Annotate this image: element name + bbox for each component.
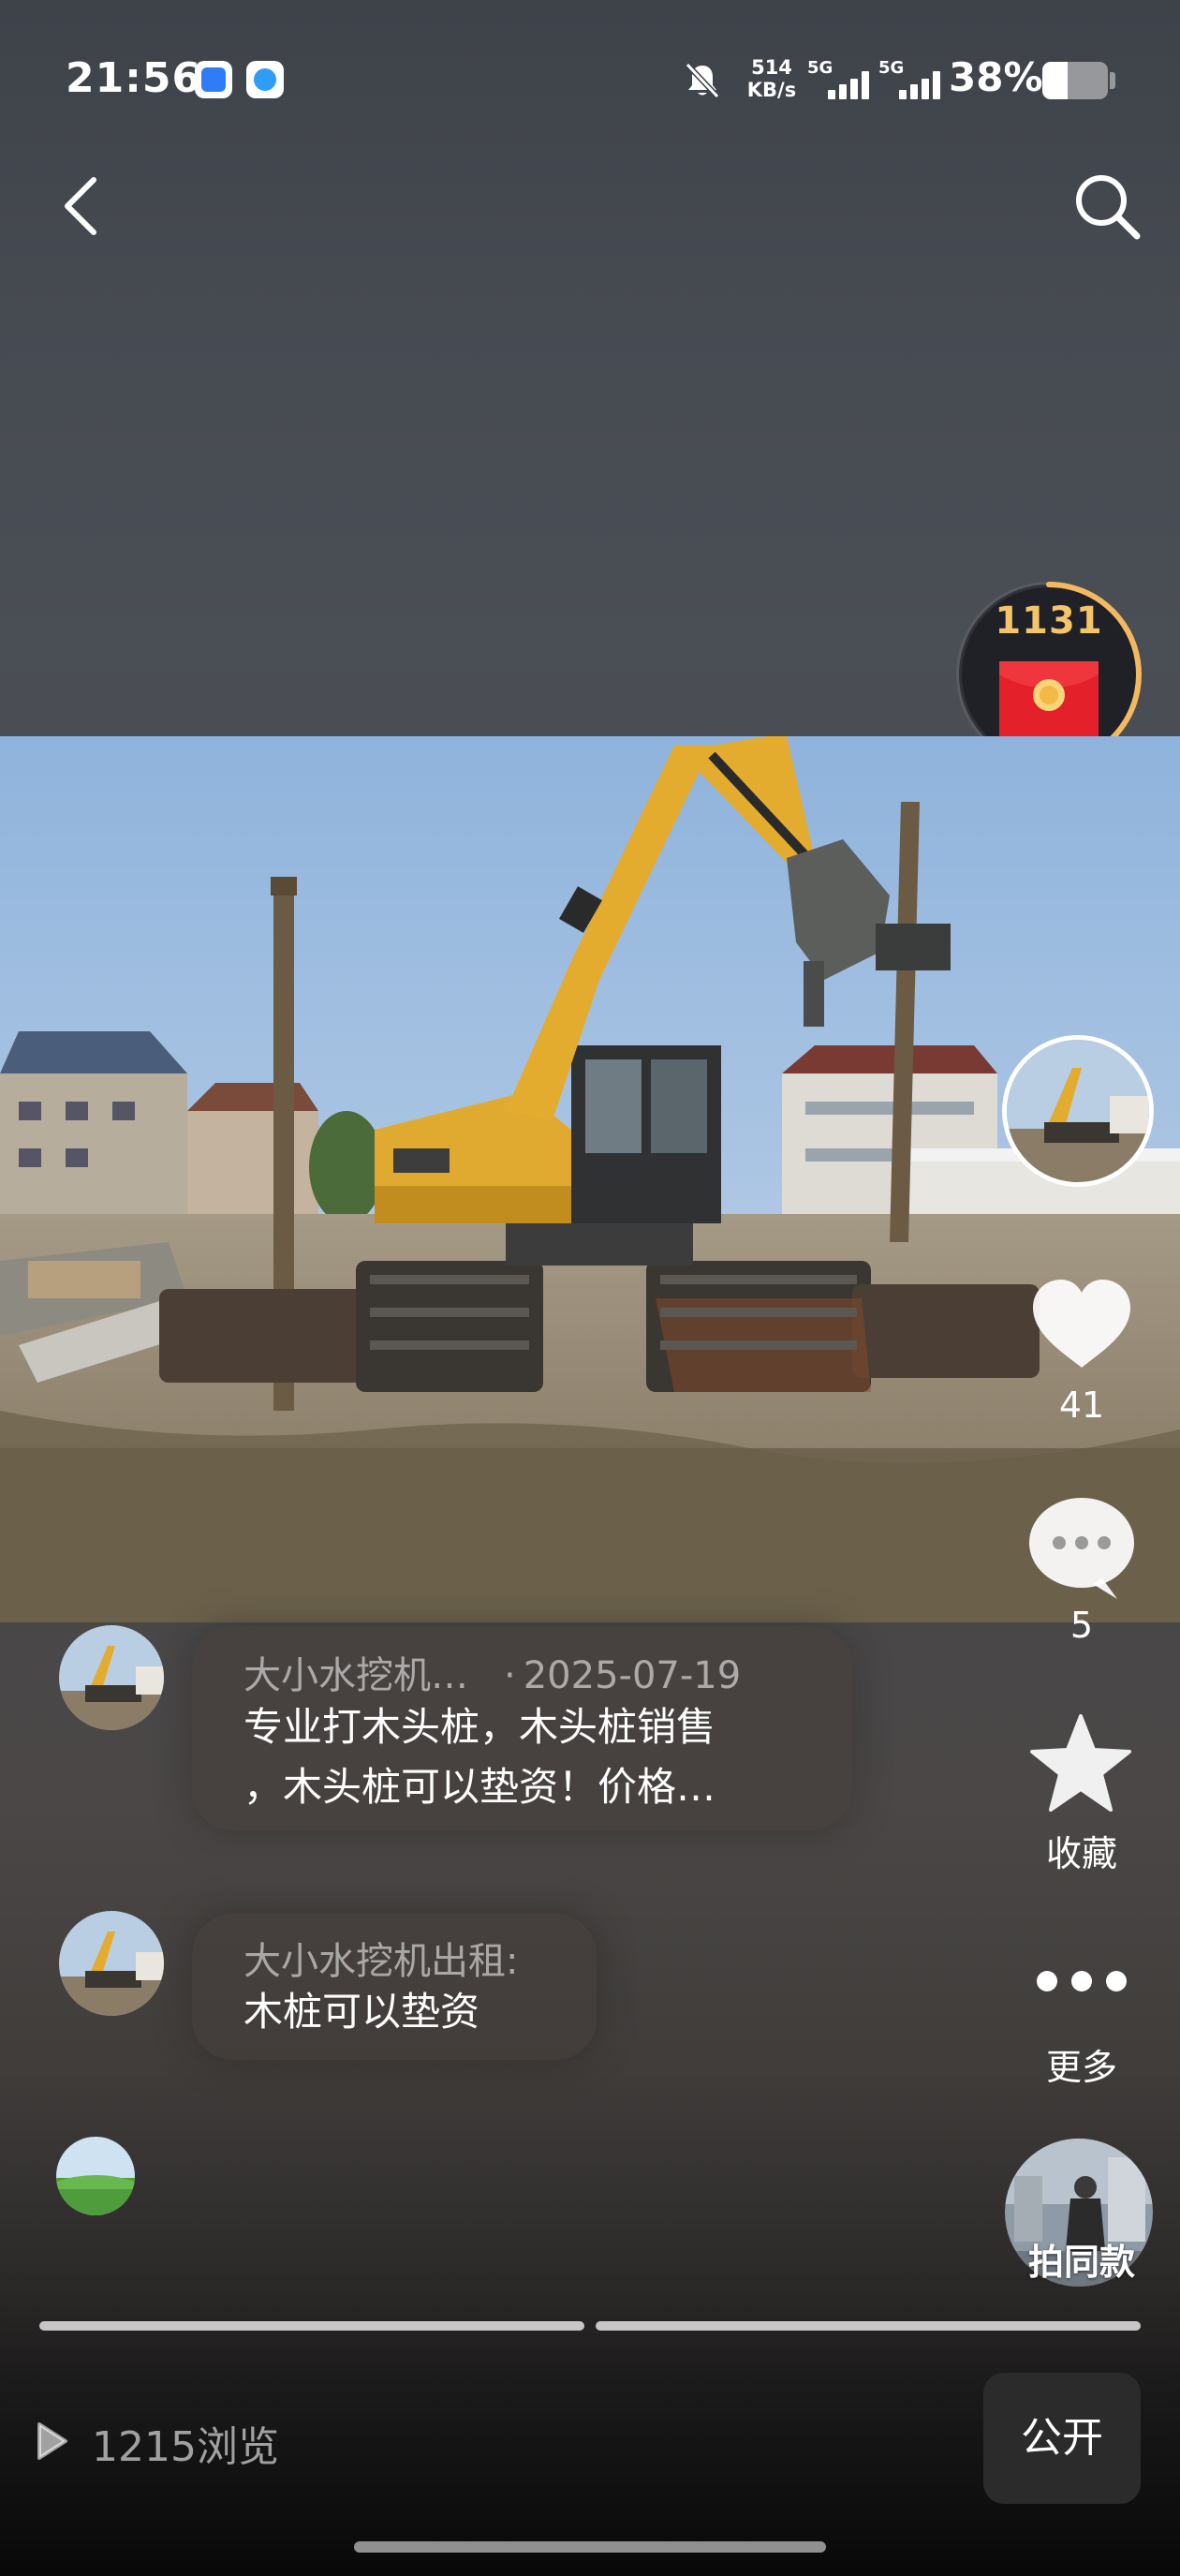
status-bar: 21:56 514 KB/s 5G 5G 38% bbox=[0, 0, 1180, 159]
comment-author: 大小水挖机… bbox=[243, 1654, 468, 1697]
app-notification-icon bbox=[195, 61, 232, 98]
screen: 21:56 514 KB/s 5G 5G 38% 1131 41 5 收藏 更多… bbox=[0, 0, 1180, 2576]
commenter-avatar-image bbox=[56, 2137, 135, 2215]
comment-count: 5 bbox=[1069, 1605, 1094, 1646]
author-avatar-thumb[interactable] bbox=[1002, 1035, 1154, 1187]
same-style-label: 拍同款 bbox=[1027, 2242, 1135, 2283]
comment-text-line: 木桩可以垫资 bbox=[243, 1989, 480, 2035]
comment-avatar[interactable] bbox=[56, 2137, 135, 2215]
signal-5g-2: 5G bbox=[878, 58, 944, 101]
network-type-label: 5G bbox=[807, 58, 833, 78]
status-time: 21:56 bbox=[66, 54, 202, 102]
meta-separator: · bbox=[504, 1654, 516, 1697]
comment-text-line: 专业打木头桩，木头桩销售 bbox=[243, 1704, 716, 1750]
more-dots-icon bbox=[1037, 1971, 1127, 1991]
more-label: 更多 bbox=[1045, 2047, 1117, 2088]
author-avatar-image bbox=[1007, 1040, 1149, 1182]
bell-muted-icon bbox=[685, 62, 720, 99]
battery-percent: 38% bbox=[949, 54, 1043, 100]
public-button[interactable]: 公开 bbox=[983, 2373, 1141, 2504]
post-photo[interactable] bbox=[0, 736, 1180, 1622]
app-notification-icon bbox=[246, 61, 284, 98]
like-count: 41 bbox=[1058, 1384, 1105, 1426]
comment-avatar[interactable] bbox=[59, 1911, 164, 2016]
carousel-indicator bbox=[596, 2321, 1141, 2331]
back-button[interactable] bbox=[54, 169, 111, 244]
heart-icon bbox=[1033, 1280, 1130, 1368]
carousel-indicator-active bbox=[39, 2321, 584, 2331]
comment-bubble-icon bbox=[1029, 1498, 1134, 1599]
search-button[interactable] bbox=[1068, 167, 1146, 245]
star-icon bbox=[1030, 1714, 1131, 1812]
comment-meta: 大小水挖机… · 2025-07-19 bbox=[243, 1645, 741, 1699]
excavator-photo bbox=[0, 736, 1180, 1622]
commenter-avatar-image bbox=[59, 1911, 164, 2016]
play-icon bbox=[37, 2422, 67, 2460]
comment-text: 专业打木头桩，木头桩销售 ，木头桩可以垫资！价格… bbox=[243, 1697, 715, 1817]
comment-date: 2025-07-19 bbox=[523, 1654, 742, 1697]
collect-label: 收藏 bbox=[1045, 1833, 1117, 1874]
search-icon bbox=[1076, 175, 1141, 240]
more-button[interactable] bbox=[1030, 1958, 1133, 2005]
red-packet-count: 1131 bbox=[995, 600, 1103, 643]
home-indicator[interactable] bbox=[354, 2541, 826, 2553]
view-count: 1215浏览 bbox=[92, 2423, 279, 2471]
red-envelope-icon bbox=[999, 661, 1099, 748]
collect-button[interactable] bbox=[1028, 1712, 1133, 1817]
commenter-avatar-image bbox=[59, 1625, 164, 1730]
battery-tip bbox=[1110, 72, 1115, 89]
chevron-left-icon bbox=[65, 177, 96, 235]
comment-avatar[interactable] bbox=[59, 1625, 164, 1730]
comment-text: 木桩可以垫资 bbox=[243, 1982, 479, 2042]
comment-button[interactable] bbox=[1027, 1494, 1136, 1603]
network-type-label: 5G bbox=[878, 58, 905, 78]
battery-fill bbox=[1042, 62, 1068, 99]
net-speed-unit: KB/s bbox=[746, 79, 797, 101]
comment-meta: 大小水挖机出租: bbox=[243, 1931, 518, 1985]
comment-author: 大小水挖机出租: bbox=[243, 1940, 519, 1983]
battery-icon bbox=[1042, 62, 1108, 99]
like-button[interactable] bbox=[1025, 1274, 1138, 1377]
net-speed-value: 514 bbox=[751, 56, 792, 79]
signal-5g-1: 5G bbox=[807, 58, 873, 101]
comment-text-line: ，木头桩可以垫资！价格… bbox=[243, 1764, 716, 1810]
net-speed: 514 KB/s bbox=[743, 56, 801, 101]
